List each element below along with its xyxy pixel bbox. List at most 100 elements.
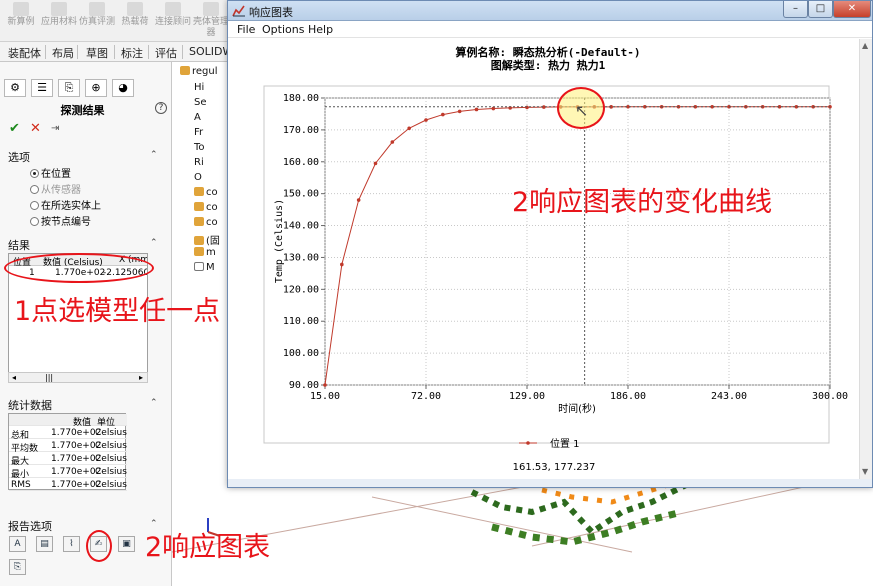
table-row: 最大 1.770e+02 Celsius: [9, 454, 127, 467]
tree-item[interactable]: O: [194, 172, 202, 183]
data-point: [441, 112, 445, 117]
pin-icon[interactable]: ⇥: [51, 123, 59, 134]
y-tick-label: 150.00: [283, 189, 319, 200]
chart-title-line1: 算例名称: 瞬态热分析(-Default-): [454, 45, 640, 59]
menu-file[interactable]: File: [237, 23, 255, 36]
annotation-select-point: 1点选模型任一点: [14, 296, 221, 327]
collapse-caret-icon[interactable]: ⌃: [150, 398, 158, 408]
tab-separator: [77, 45, 78, 59]
x-tick-label: 186.00: [610, 391, 646, 402]
data-point: [356, 198, 361, 202]
dialog-titlebar[interactable]: 响应图表 – □ ✕: [228, 1, 872, 21]
tree-item[interactable]: Se: [194, 97, 207, 108]
radio-selected-icon: [30, 169, 39, 178]
ok-check-icon[interactable]: ✔: [9, 121, 20, 136]
dialog-vertical-scrollbar[interactable]: ▲ ▼: [859, 39, 872, 479]
maximize-button[interactable]: □: [808, 1, 833, 18]
tree-item[interactable]: Hi: [194, 82, 204, 93]
data-point: [323, 383, 327, 387]
cancel-x-icon[interactable]: ✕: [30, 121, 41, 136]
tab-sketch[interactable]: 草图: [86, 45, 108, 61]
display-manager-icon[interactable]: ◕: [112, 79, 134, 97]
cursor-readout: 161.53, 177.237: [513, 462, 596, 473]
manager-tabs: ⚙ ☰ ⎘ ⊕ ◕: [4, 79, 164, 97]
tab-markup[interactable]: 标注: [121, 45, 143, 61]
legend-marker: [526, 441, 530, 445]
apply-material-icon: [51, 2, 67, 16]
data-point: [373, 161, 378, 166]
tree-item[interactable]: M: [194, 262, 215, 273]
connections-advisor-button[interactable]: 连接顾问: [154, 2, 192, 28]
component-icon: [194, 236, 204, 245]
highlight-ellipse-response-button: [86, 530, 112, 562]
tree-item[interactable]: co: [194, 217, 218, 228]
x-tick-label: 243.00: [711, 391, 747, 402]
x-tick-labels: 15.00 72.00 129.00 186.00 243.00 300.00: [310, 391, 848, 402]
x-tick-label: 129.00: [509, 391, 545, 402]
statistics-table: 数值 单位 总和 1.770e+02 Celsius 平均数 1.770e+02 Cel…: [8, 413, 127, 491]
stats-header-row: 数值 单位: [9, 414, 127, 428]
dialog-menubar: File Options Help: [228, 21, 872, 38]
dimxpert-icon[interactable]: ⊕: [85, 79, 107, 97]
tree-item[interactable]: Ri: [194, 157, 204, 168]
assembly-icon: [180, 66, 190, 75]
close-button[interactable]: ✕: [833, 1, 871, 18]
new-study-icon: [13, 2, 29, 16]
minimize-button[interactable]: –: [783, 1, 808, 18]
option-on-selected-entities[interactable]: 在所选实体上: [30, 197, 101, 212]
results-horizontal-scrollbar[interactable]: ◂ ||| ▸: [8, 372, 148, 383]
tree-item-root[interactable]: regul: [180, 66, 218, 77]
radio-icon: [30, 217, 39, 226]
apply-material-button[interactable]: 应用材料: [40, 2, 78, 28]
tab-layout[interactable]: 布局: [52, 45, 74, 61]
help-icon[interactable]: ?: [155, 102, 167, 114]
component-icon: [194, 187, 204, 196]
thermal-loads-button[interactable]: 热载荷: [116, 2, 154, 28]
tree-item[interactable]: To: [194, 142, 205, 153]
plot-area: [324, 97, 831, 386]
property-manager-icon[interactable]: ☰: [31, 79, 53, 97]
tree-item[interactable]: A: [194, 112, 201, 123]
tab-evaluate[interactable]: 评估: [155, 45, 177, 61]
tree-item[interactable]: Fr: [194, 127, 203, 138]
menu-help[interactable]: Help: [308, 23, 333, 36]
y-tick-label: 130.00: [283, 252, 319, 263]
simulation-evaluator-button[interactable]: 仿真评测: [78, 2, 116, 28]
menu-options[interactable]: Options: [262, 23, 304, 36]
tree-item[interactable]: m: [194, 247, 216, 258]
feature-manager-icon[interactable]: ⚙: [4, 79, 26, 97]
response-chart[interactable]: 算例名称: 瞬态热分析(-Default-) 图解类型: 热力 热力1 90.0…: [228, 39, 858, 479]
save-file-button[interactable]: ▤: [36, 536, 53, 552]
option-by-node-number[interactable]: 按节点编号: [30, 213, 91, 228]
mouse-cursor-icon: ↖: [575, 101, 589, 120]
collapse-caret-icon[interactable]: ⌃: [150, 150, 158, 160]
configuration-manager-icon[interactable]: ⎘: [58, 79, 80, 97]
options-section-header[interactable]: 选项: [8, 149, 30, 165]
evaluator-icon: [89, 2, 105, 16]
table-row: 最小 1.770e+02 Celsius: [9, 467, 127, 480]
plot-button[interactable]: ⌇: [63, 536, 80, 552]
response-graph-dialog: 响应图表 – □ ✕ File Options Help ▲ ▼ 算例名称: 瞬…: [227, 0, 873, 488]
save-plot-button[interactable]: ▣: [118, 536, 135, 552]
tab-separator: [182, 45, 183, 59]
tab-assembly[interactable]: 装配体: [8, 45, 41, 61]
report-options-header[interactable]: 报告选项: [8, 518, 52, 534]
new-study-button[interactable]: 新算例: [2, 2, 40, 28]
collapse-caret-icon[interactable]: ⌃: [150, 238, 158, 248]
data-point: [474, 107, 479, 112]
tree-item[interactable]: co: [194, 202, 218, 213]
tree-item[interactable]: co: [194, 187, 218, 198]
y-axis-label: Temp (Celsius): [274, 199, 285, 283]
copy-button[interactable]: ⎘: [9, 559, 26, 575]
save-as-sensor-button[interactable]: A: [9, 536, 26, 552]
y-tick-label: 140.00: [283, 221, 319, 232]
scroll-down-icon: ▼: [862, 467, 869, 476]
y-tick-label: 110.00: [283, 316, 319, 327]
scroll-up-icon: ▲: [862, 41, 869, 50]
tree-item[interactable]: (固: [194, 232, 220, 247]
option-at-location[interactable]: 在位置: [30, 165, 71, 180]
shell-manager-button[interactable]: 壳体管理器: [192, 2, 230, 39]
y-tick-label: 90.00: [289, 380, 319, 391]
statistics-section-header[interactable]: 统计数据: [8, 397, 52, 413]
results-section-header[interactable]: 结果: [8, 237, 30, 253]
